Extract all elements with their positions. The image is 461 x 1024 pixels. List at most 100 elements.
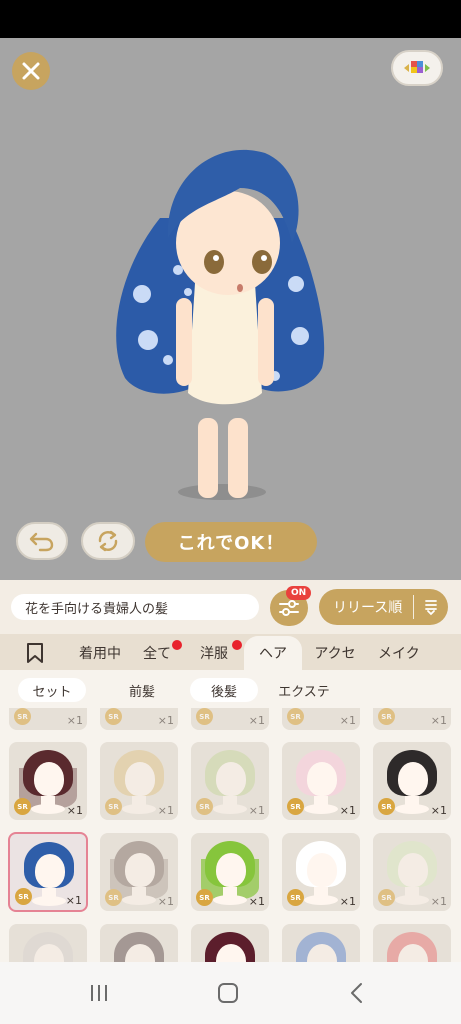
selected-item-name: 花を手向ける貴婦人の髪 (11, 594, 259, 620)
undo-button[interactable] (16, 522, 68, 560)
item-quantity: ×1 (248, 714, 265, 727)
mannequin-head (34, 762, 64, 796)
item-tile[interactable]: SR ×1 (373, 708, 451, 730)
item-quantity: ×1 (339, 895, 356, 908)
rotate-button[interactable] (81, 522, 135, 560)
avatar-character (116, 149, 325, 500)
mannequin-neck (223, 796, 237, 806)
item-quantity: ×1 (339, 804, 356, 817)
item-tile[interactable]: SR ×1 (282, 833, 360, 911)
recent-apps-icon[interactable] (88, 982, 110, 1004)
rarity-badge: SR (14, 708, 31, 725)
sort-order-icon[interactable] (414, 598, 447, 616)
new-badge-dot (172, 640, 182, 650)
mannequin-head (125, 853, 155, 887)
mannequin-head (125, 762, 155, 796)
item-quantity: ×1 (157, 714, 174, 727)
rarity-badge: SR (378, 798, 395, 815)
mannequin-head (216, 853, 246, 887)
mannequin-base (122, 895, 156, 905)
tab-wearing[interactable]: 着用中 (70, 636, 130, 670)
mannequin-neck (405, 887, 419, 897)
tab-all[interactable]: 全て (130, 636, 184, 670)
hair-preview (110, 859, 168, 899)
item-quantity: ×1 (157, 804, 174, 817)
item-tile[interactable]: SR ×1 (282, 742, 360, 820)
back-icon[interactable] (346, 982, 368, 1004)
rarity-badge: SR (15, 888, 32, 905)
subtab-front-hair[interactable]: 前髪 (112, 678, 172, 702)
tab-accessory[interactable]: アクセ (302, 636, 368, 670)
mannequin-base (395, 804, 429, 814)
sort-button[interactable]: リリース順 (319, 589, 448, 625)
rarity-badge: SR (196, 708, 213, 725)
item-quantity: ×1 (65, 894, 82, 907)
item-tile[interactable]: SR ×1 (100, 708, 178, 730)
subtab-back-hair[interactable]: 後髪 (190, 678, 258, 702)
item-quantity: ×1 (430, 714, 447, 727)
item-tile[interactable]: SR ×1 (100, 742, 178, 820)
item-quantity: ×1 (248, 895, 265, 908)
tab-all-label: 全て (143, 646, 171, 662)
rarity-badge: SR (196, 798, 213, 815)
mannequin-base (304, 804, 338, 814)
mannequin-base (32, 896, 66, 906)
mannequin-head (35, 854, 65, 888)
system-nav-bar (0, 962, 461, 1024)
tab-makeup[interactable]: メイク (368, 636, 428, 670)
item-tile[interactable] (191, 924, 269, 962)
item-tile[interactable]: SR ×1 (191, 742, 269, 820)
rotate-icon (98, 530, 118, 552)
rarity-badge: SR (378, 889, 395, 906)
item-tile[interactable]: SR ×1 (282, 708, 360, 730)
item-tile[interactable]: SR ×1 (9, 708, 87, 730)
item-quantity: ×1 (430, 804, 447, 817)
mannequin-head (398, 853, 428, 887)
item-quantity: ×1 (339, 714, 356, 727)
rarity-badge: SR (105, 708, 122, 725)
item-quantity: ×1 (66, 714, 83, 727)
item-tile[interactable]: SR ×1 (373, 742, 451, 820)
mannequin-base (122, 804, 156, 814)
filter-sliders-icon (279, 600, 299, 616)
item-tile[interactable]: SR ×1 (100, 833, 178, 911)
mannequin-head (307, 944, 337, 962)
mannequin-neck (132, 796, 146, 806)
avatar-preview-stage: これでOK！ (0, 38, 461, 580)
tab-hair[interactable]: ヘア (244, 636, 302, 670)
item-info-bar: 花を手向ける貴婦人の髪 ON リリース順 (0, 580, 461, 634)
item-tile[interactable] (9, 924, 87, 962)
subtab-extension[interactable]: エクステ (268, 678, 340, 702)
tab-bookmark[interactable] (0, 636, 70, 670)
hair-preview (114, 750, 164, 796)
tab-clothes[interactable]: 洋服 (184, 636, 244, 670)
item-tile-selected[interactable]: SR ×1 (8, 832, 88, 912)
hair-preview (114, 841, 164, 887)
mannequin-base (31, 804, 65, 814)
item-tile[interactable]: SR ×1 (191, 833, 269, 911)
mannequin-head (216, 762, 246, 796)
rarity-badge: SR (105, 889, 122, 906)
hair-preview (387, 841, 437, 887)
item-tile[interactable] (282, 924, 360, 962)
item-tile[interactable]: SR ×1 (191, 708, 269, 730)
tab-clothes-label: 洋服 (200, 646, 228, 662)
rarity-badge: SR (287, 708, 304, 725)
item-quantity: ×1 (248, 804, 265, 817)
item-quantity: ×1 (430, 895, 447, 908)
hair-subtabs: セット 前髪 後髪 エクステ (0, 670, 461, 708)
filter-on-badge: ON (286, 586, 312, 600)
home-icon[interactable] (217, 982, 239, 1004)
item-tile[interactable]: SR ×1 (373, 833, 451, 911)
subtab-set[interactable]: セット (18, 678, 86, 702)
sort-label: リリース順 (333, 600, 403, 616)
item-tile[interactable] (373, 924, 451, 962)
confirm-ok-button[interactable]: これでOK！ (145, 522, 317, 562)
item-tile[interactable] (100, 924, 178, 962)
hair-preview (205, 750, 255, 796)
new-badge-dot (232, 640, 242, 650)
mannequin-base (304, 895, 338, 905)
mannequin-head (398, 762, 428, 796)
item-tile[interactable]: SR ×1 (9, 742, 87, 820)
undo-icon (29, 532, 54, 552)
